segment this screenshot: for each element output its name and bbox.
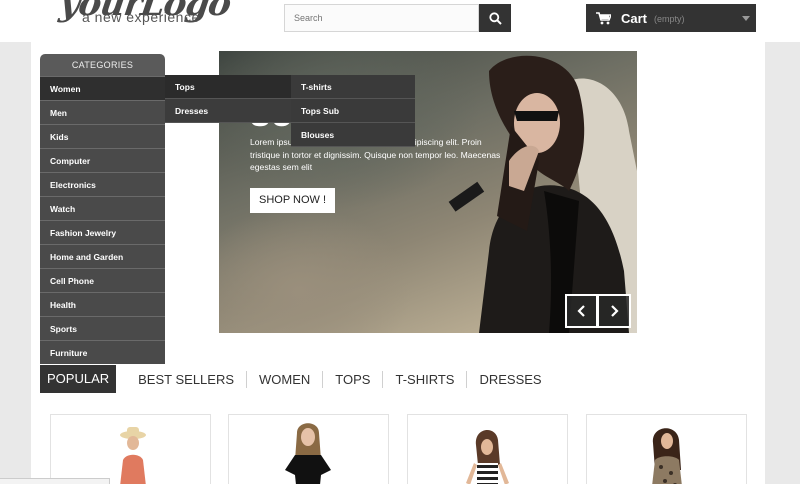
category-item-women[interactable]: Women bbox=[40, 76, 165, 100]
search-input[interactable] bbox=[284, 4, 479, 32]
chevron-down-icon bbox=[742, 16, 750, 21]
site-header: yourLogo a new experience Cart (empty) bbox=[0, 0, 800, 42]
chevron-right-icon bbox=[611, 305, 619, 317]
tab-women[interactable]: WOMEN bbox=[247, 370, 324, 388]
product-image bbox=[285, 423, 331, 484]
cart-label: Cart bbox=[621, 10, 648, 26]
category-item-computer[interactable]: Computer bbox=[40, 148, 165, 172]
category-item-watch[interactable]: Watch bbox=[40, 196, 165, 220]
chevron-left-icon bbox=[576, 305, 585, 317]
category-item-men[interactable]: Men bbox=[40, 100, 165, 124]
cart-icon bbox=[596, 11, 611, 24]
tab-popular[interactable]: POPULAR bbox=[40, 365, 117, 393]
cart-button[interactable]: Cart (empty) bbox=[586, 4, 756, 32]
category-item-fashion-jewelry[interactable]: Fashion Jewelry bbox=[40, 220, 165, 244]
tab-dresses[interactable]: DRESSES bbox=[467, 371, 553, 388]
submenu-item-tops-sub[interactable]: Tops Sub bbox=[291, 99, 415, 123]
tab-tops[interactable]: TOPS bbox=[323, 370, 384, 388]
categories-menu: CATEGORIES Women Men Kids Computer Elect… bbox=[40, 54, 165, 364]
slider-nav bbox=[565, 294, 631, 328]
product-card[interactable] bbox=[50, 414, 211, 484]
tab-best-sellers[interactable]: BEST SELLERS bbox=[126, 370, 248, 388]
submenu-tops: T-shirts Tops Sub Blouses bbox=[291, 75, 415, 147]
shop-now-button[interactable]: SHOP NOW ! bbox=[250, 188, 335, 213]
category-item-kids[interactable]: Kids bbox=[40, 124, 165, 148]
categories-title: CATEGORIES bbox=[40, 54, 165, 76]
category-item-cell-phone[interactable]: Cell Phone bbox=[40, 268, 165, 292]
tab-t-shirts[interactable]: T-SHIRTS bbox=[383, 370, 468, 388]
product-image bbox=[652, 428, 682, 484]
browser-status-bar bbox=[0, 478, 110, 484]
product-image bbox=[466, 429, 509, 484]
product-card[interactable] bbox=[407, 414, 568, 484]
search-button[interactable] bbox=[479, 4, 511, 32]
logo-tagline: a new experience bbox=[82, 9, 200, 25]
submenu-item-dresses[interactable]: Dresses bbox=[165, 99, 291, 123]
search-icon bbox=[488, 11, 502, 25]
submenu-item-tshirts[interactable]: T-shirts bbox=[291, 75, 415, 99]
submenu-item-tops[interactable]: Tops bbox=[165, 75, 291, 99]
submenu-item-blouses[interactable]: Blouses bbox=[291, 123, 415, 147]
product-image bbox=[120, 427, 146, 484]
category-item-home-and-garden[interactable]: Home and Garden bbox=[40, 244, 165, 268]
site-logo[interactable]: yourLogo a new experience bbox=[57, 0, 240, 44]
banner-model-image bbox=[448, 55, 637, 333]
category-item-furniture[interactable]: Furniture bbox=[40, 340, 165, 364]
slider-prev-button[interactable] bbox=[565, 294, 598, 328]
category-item-health[interactable]: Health bbox=[40, 292, 165, 316]
submenu-women: Tops Dresses bbox=[165, 75, 291, 123]
product-card[interactable] bbox=[228, 414, 389, 484]
category-item-sports[interactable]: Sports bbox=[40, 316, 165, 340]
product-card[interactable] bbox=[586, 414, 747, 484]
slider-next-button[interactable] bbox=[598, 294, 631, 328]
category-item-electronics[interactable]: Electronics bbox=[40, 172, 165, 196]
cart-status: (empty) bbox=[654, 14, 685, 24]
product-tabs: POPULAR BEST SELLERS WOMEN TOPS T-SHIRTS… bbox=[40, 365, 554, 393]
